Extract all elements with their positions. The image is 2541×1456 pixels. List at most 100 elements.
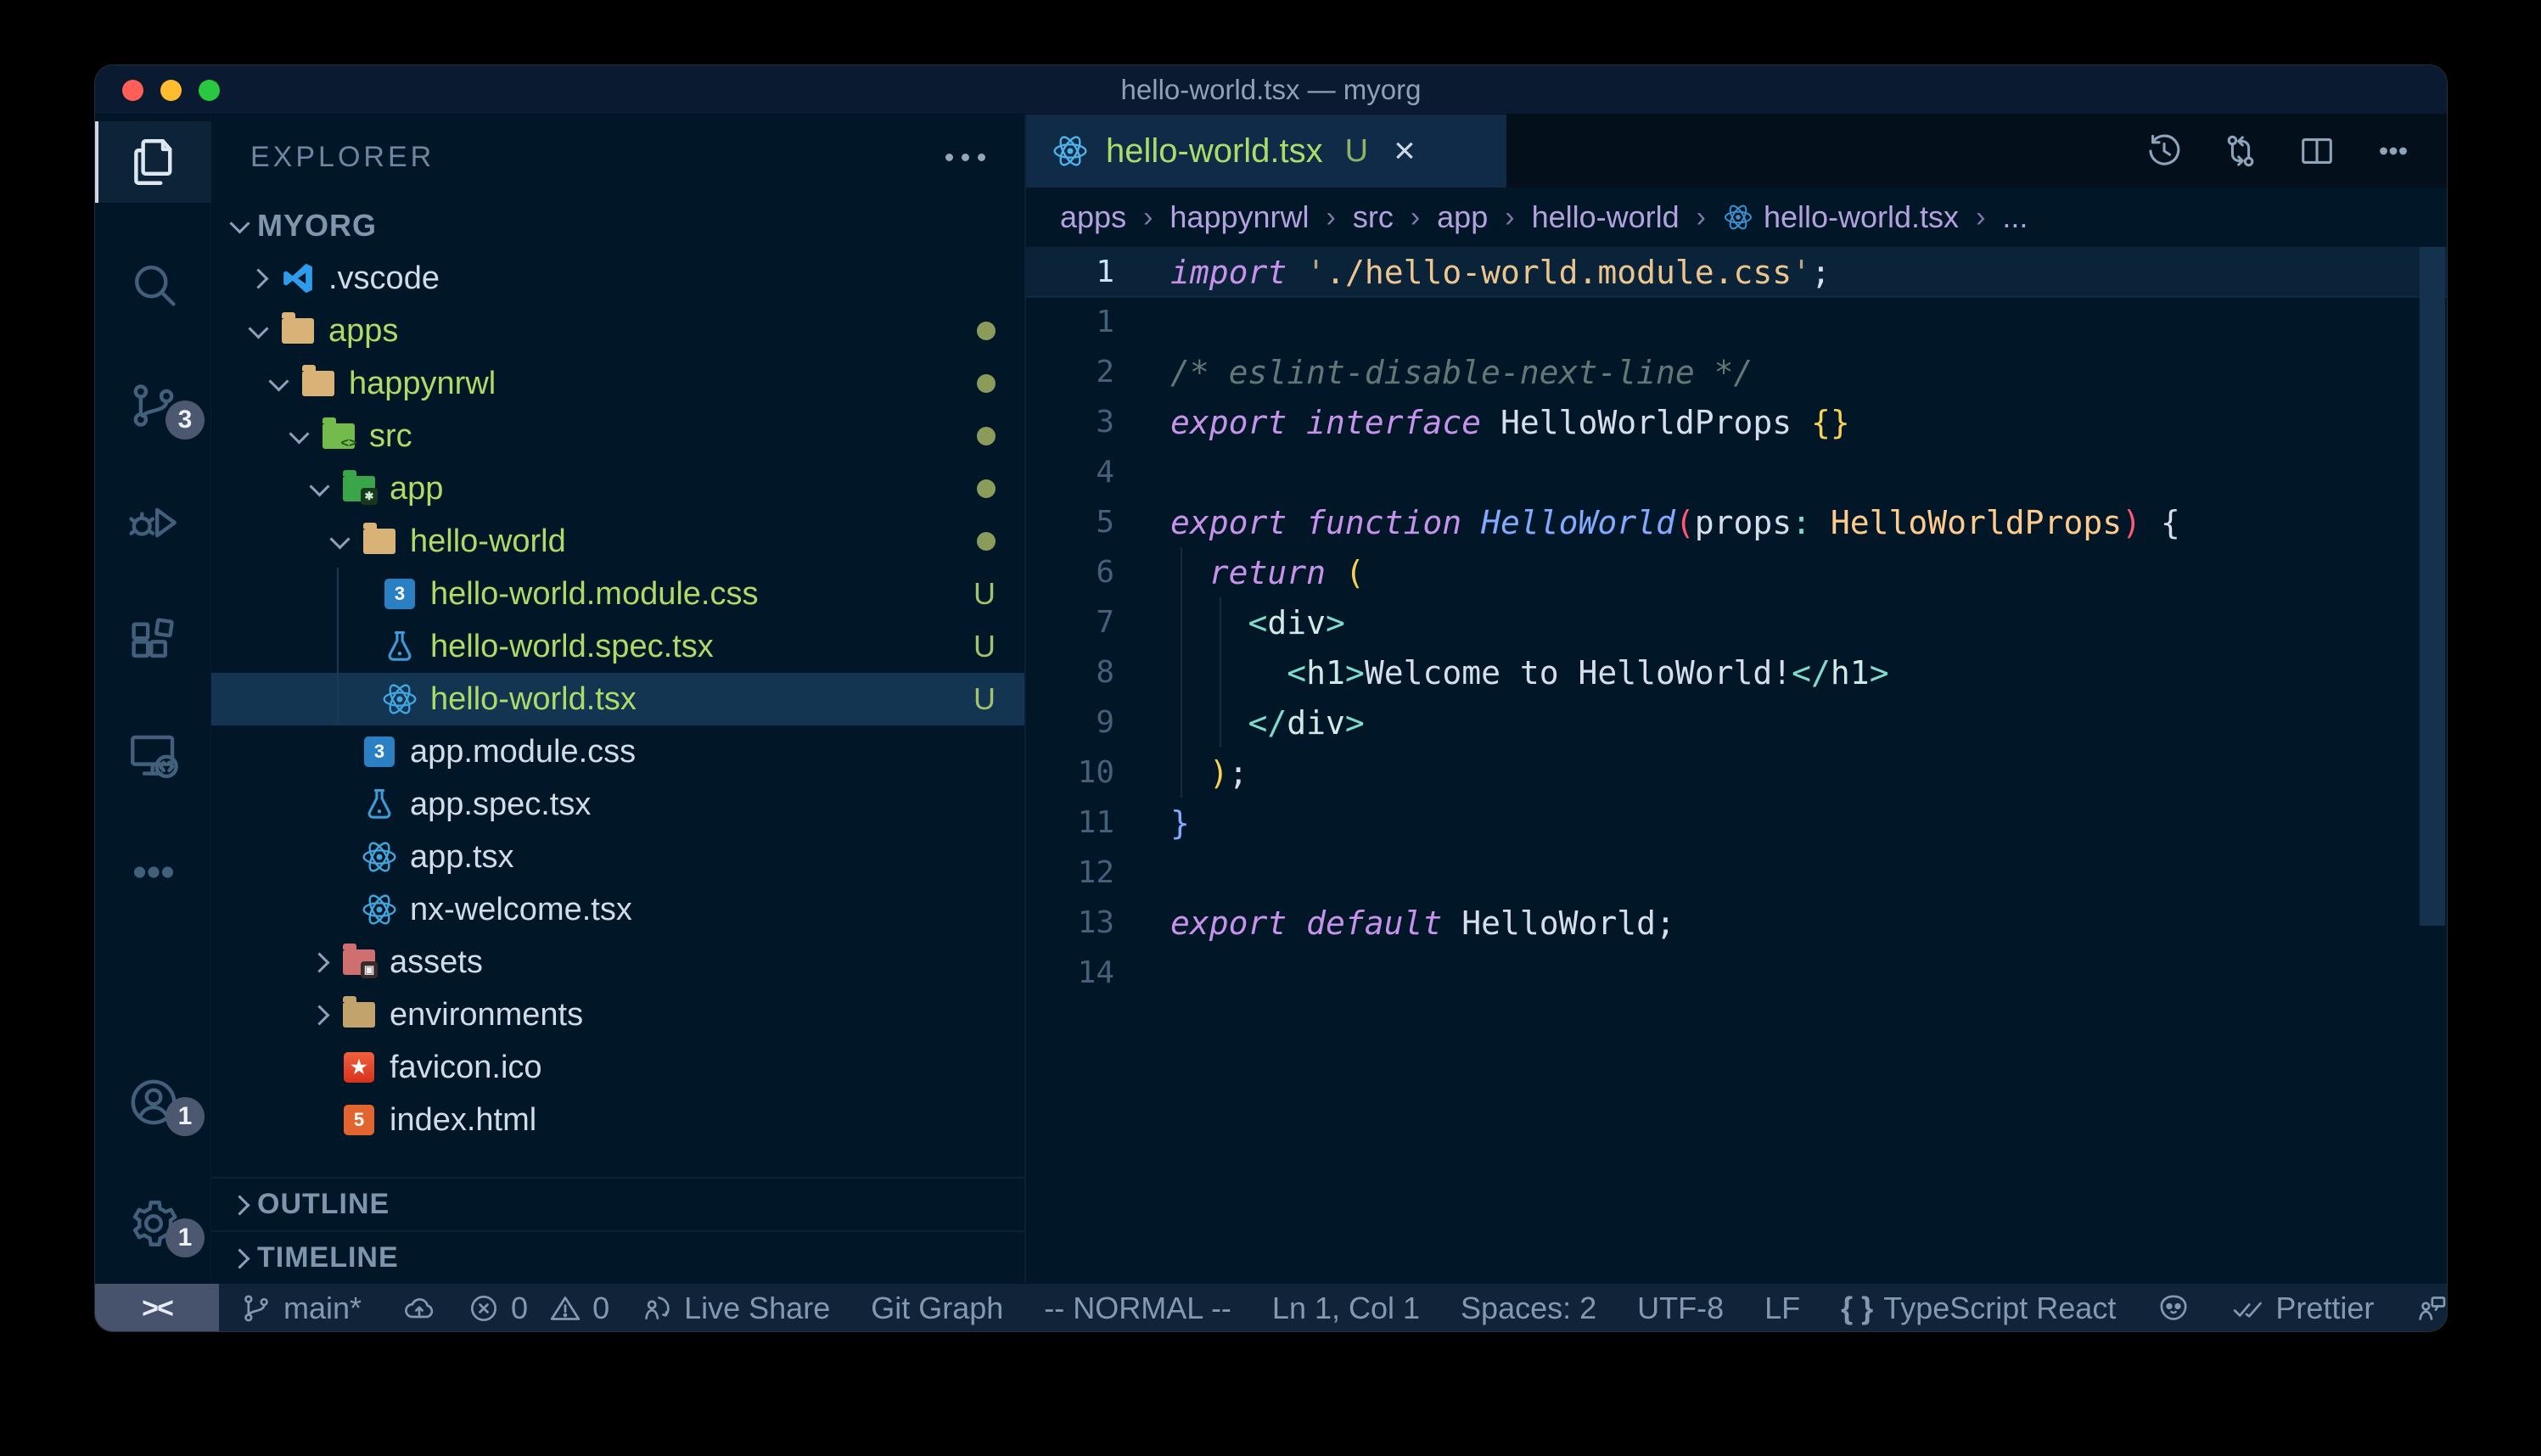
line-number[interactable]: 3 xyxy=(1026,405,1114,440)
status-vim-mode[interactable]: -- NORMAL -- xyxy=(1024,1291,1252,1326)
code-line[interactable]: 11} xyxy=(1026,798,2447,848)
activity-search-icon[interactable] xyxy=(95,244,211,325)
breadcrumb-item-src[interactable]: src xyxy=(1353,199,1394,235)
tree-item-hello-world-tsx[interactable]: hello-world.tsxU xyxy=(211,673,1024,725)
tree-item-app-tsx[interactable]: app.tsx xyxy=(211,831,1024,883)
code-editor[interactable]: 1import './hello-world.module.css';12/* … xyxy=(1026,247,2447,1284)
tab-hello-world-tsx[interactable]: hello-world.tsx U × xyxy=(1026,115,1506,188)
code-line[interactable]: 3export interface HelloWorldProps {} xyxy=(1026,397,2447,447)
status-errors[interactable]: 0 xyxy=(457,1291,538,1326)
tree-item-app-spec-tsx[interactable]: app.spec.tsx xyxy=(211,778,1024,831)
status-encoding[interactable]: UTF-8 xyxy=(1617,1291,1744,1326)
code-line[interactable]: 1 xyxy=(1026,297,2447,347)
activity-source-control-icon[interactable]: 3 xyxy=(95,365,211,446)
chevron-down-icon[interactable] xyxy=(242,314,276,348)
chevron-right-icon[interactable] xyxy=(303,998,337,1032)
code-line[interactable]: 12 xyxy=(1026,848,2447,898)
tree-item--vscode[interactable]: .vscode xyxy=(211,252,1024,305)
line-number[interactable]: 12 xyxy=(1026,855,1114,890)
zoom-window-button[interactable] xyxy=(199,80,220,101)
line-number[interactable]: 9 xyxy=(1026,705,1114,740)
line-number[interactable]: 1 xyxy=(1026,255,1114,289)
activity-accounts-icon[interactable]: 1 xyxy=(95,1061,211,1143)
code-line[interactable]: 10 ); xyxy=(1026,748,2447,798)
more-actions-icon[interactable] xyxy=(2374,132,2413,171)
code-line[interactable]: 5export function HelloWorld(props: Hello… xyxy=(1026,497,2447,547)
breadcrumb-item-hello-world[interactable]: hello-world xyxy=(1532,199,1680,235)
status-git-branch[interactable]: main* xyxy=(219,1291,382,1326)
tree-item-apps[interactable]: apps xyxy=(211,305,1024,357)
title-bar[interactable]: hello-world.tsx — myorg xyxy=(95,65,2447,115)
line-number[interactable]: 13 xyxy=(1026,905,1114,940)
status-indentation[interactable]: Spaces: 2 xyxy=(1440,1291,1617,1326)
code-line[interactable]: 9 </div> xyxy=(1026,697,2447,748)
line-number[interactable]: 6 xyxy=(1026,555,1114,590)
tree-item-environments[interactable]: environments xyxy=(211,988,1024,1041)
tree-item-app-module-css[interactable]: 3app.module.css xyxy=(211,725,1024,778)
chevron-down-icon[interactable] xyxy=(323,524,357,558)
code-line[interactable]: 2/* eslint-disable-next-line */ xyxy=(1026,347,2447,397)
line-number[interactable]: 1 xyxy=(1026,305,1114,339)
status-formatter-prettier[interactable]: Prettier xyxy=(2211,1291,2394,1326)
tree-item-hello-world-spec-tsx[interactable]: hello-world.spec.tsxU xyxy=(211,620,1024,673)
tree-item-hello-world-module-css[interactable]: 3hello-world.module.cssU xyxy=(211,568,1024,620)
breadcrumb-item-happynrwl[interactable]: happynrwl xyxy=(1170,199,1309,235)
tree-item-index-html[interactable]: 5index.html xyxy=(211,1094,1024,1146)
activity-extensions-icon[interactable] xyxy=(95,600,211,681)
line-number[interactable]: 2 xyxy=(1026,355,1114,389)
status-git-graph[interactable]: Git Graph xyxy=(850,1291,1024,1326)
activity-run-and-debug-icon[interactable] xyxy=(95,482,211,563)
status-cursor-position[interactable]: Ln 1, Col 1 xyxy=(1252,1291,1440,1326)
tree-item-nx-welcome-tsx[interactable]: nx-welcome.tsx xyxy=(211,883,1024,936)
chevron-down-icon[interactable] xyxy=(262,367,296,400)
line-number[interactable]: 4 xyxy=(1026,455,1114,490)
tree-item-hello-world[interactable]: hello-world xyxy=(211,515,1024,568)
close-window-button[interactable] xyxy=(122,80,143,101)
chevron-right-icon[interactable] xyxy=(242,261,276,295)
code-line[interactable]: 1import './hello-world.module.css'; xyxy=(1026,247,2447,297)
tree-item-favicon-ico[interactable]: ★favicon.ico xyxy=(211,1041,1024,1094)
outline-section[interactable]: OUTLINE xyxy=(211,1177,1024,1230)
remote-indicator[interactable]: >< xyxy=(95,1284,219,1332)
minimize-window-button[interactable] xyxy=(160,80,182,101)
code-line[interactable]: 8 <h1>Welcome to HelloWorld!</h1> xyxy=(1026,647,2447,697)
tree-root-myorg[interactable]: MYORG xyxy=(211,199,1024,252)
code-line[interactable]: 7 <div> xyxy=(1026,597,2447,647)
activity-remote-explorer-icon[interactable] xyxy=(95,715,211,797)
status-live-share[interactable]: Live Share xyxy=(620,1291,850,1326)
line-number[interactable]: 8 xyxy=(1026,655,1114,690)
line-number[interactable]: 11 xyxy=(1026,805,1114,840)
activity-manage-icon[interactable]: 1 xyxy=(95,1183,211,1264)
split-editor-icon[interactable] xyxy=(2297,132,2336,171)
tree-item-app[interactable]: ✱app xyxy=(211,462,1024,515)
status-github-extension[interactable] xyxy=(2136,1291,2211,1325)
tree-item-assets[interactable]: ▣assets xyxy=(211,936,1024,988)
status-eol[interactable]: LF xyxy=(1744,1291,1820,1326)
line-number[interactable]: 14 xyxy=(1026,955,1114,990)
tree-item-src[interactable]: <>src xyxy=(211,410,1024,462)
activity-explorer-icon[interactable] xyxy=(95,121,211,203)
explorer-more-actions-icon[interactable] xyxy=(945,154,985,161)
line-number[interactable]: 7 xyxy=(1026,605,1114,640)
line-number[interactable]: 5 xyxy=(1026,505,1114,540)
tree-item-happynrwl[interactable]: happynrwl xyxy=(211,357,1024,410)
chevron-down-icon[interactable] xyxy=(303,472,337,506)
close-tab-icon[interactable]: × xyxy=(1394,130,1416,172)
line-number[interactable]: 10 xyxy=(1026,755,1114,790)
code-line[interactable]: 6 return ( xyxy=(1026,547,2447,597)
breadcrumb-item-hello-world-tsx[interactable]: hello-world.tsx xyxy=(1723,199,1959,235)
timeline-section[interactable]: TIMELINE xyxy=(211,1230,1024,1284)
chevron-down-icon[interactable] xyxy=(283,419,317,453)
status-warnings[interactable]: 0 xyxy=(538,1291,620,1326)
compare-changes-icon[interactable] xyxy=(2221,132,2260,171)
code-line[interactable]: 4 xyxy=(1026,447,2447,497)
editor-scrollbar[interactable] xyxy=(2420,247,2445,926)
status-language-mode[interactable]: { }TypeScript React xyxy=(1820,1291,2136,1326)
breadcrumb-item-app[interactable]: app xyxy=(1437,199,1488,235)
code-line[interactable]: 13export default HelloWorld; xyxy=(1026,898,2447,948)
activity-additional-views-icon[interactable] xyxy=(95,832,211,913)
timeline-history-icon[interactable] xyxy=(2145,132,2184,171)
status-publish-changes[interactable] xyxy=(382,1291,457,1325)
breadcrumb-item--[interactable]: ... xyxy=(2002,199,2028,235)
breadcrumb-item-apps[interactable]: apps xyxy=(1060,199,1126,235)
